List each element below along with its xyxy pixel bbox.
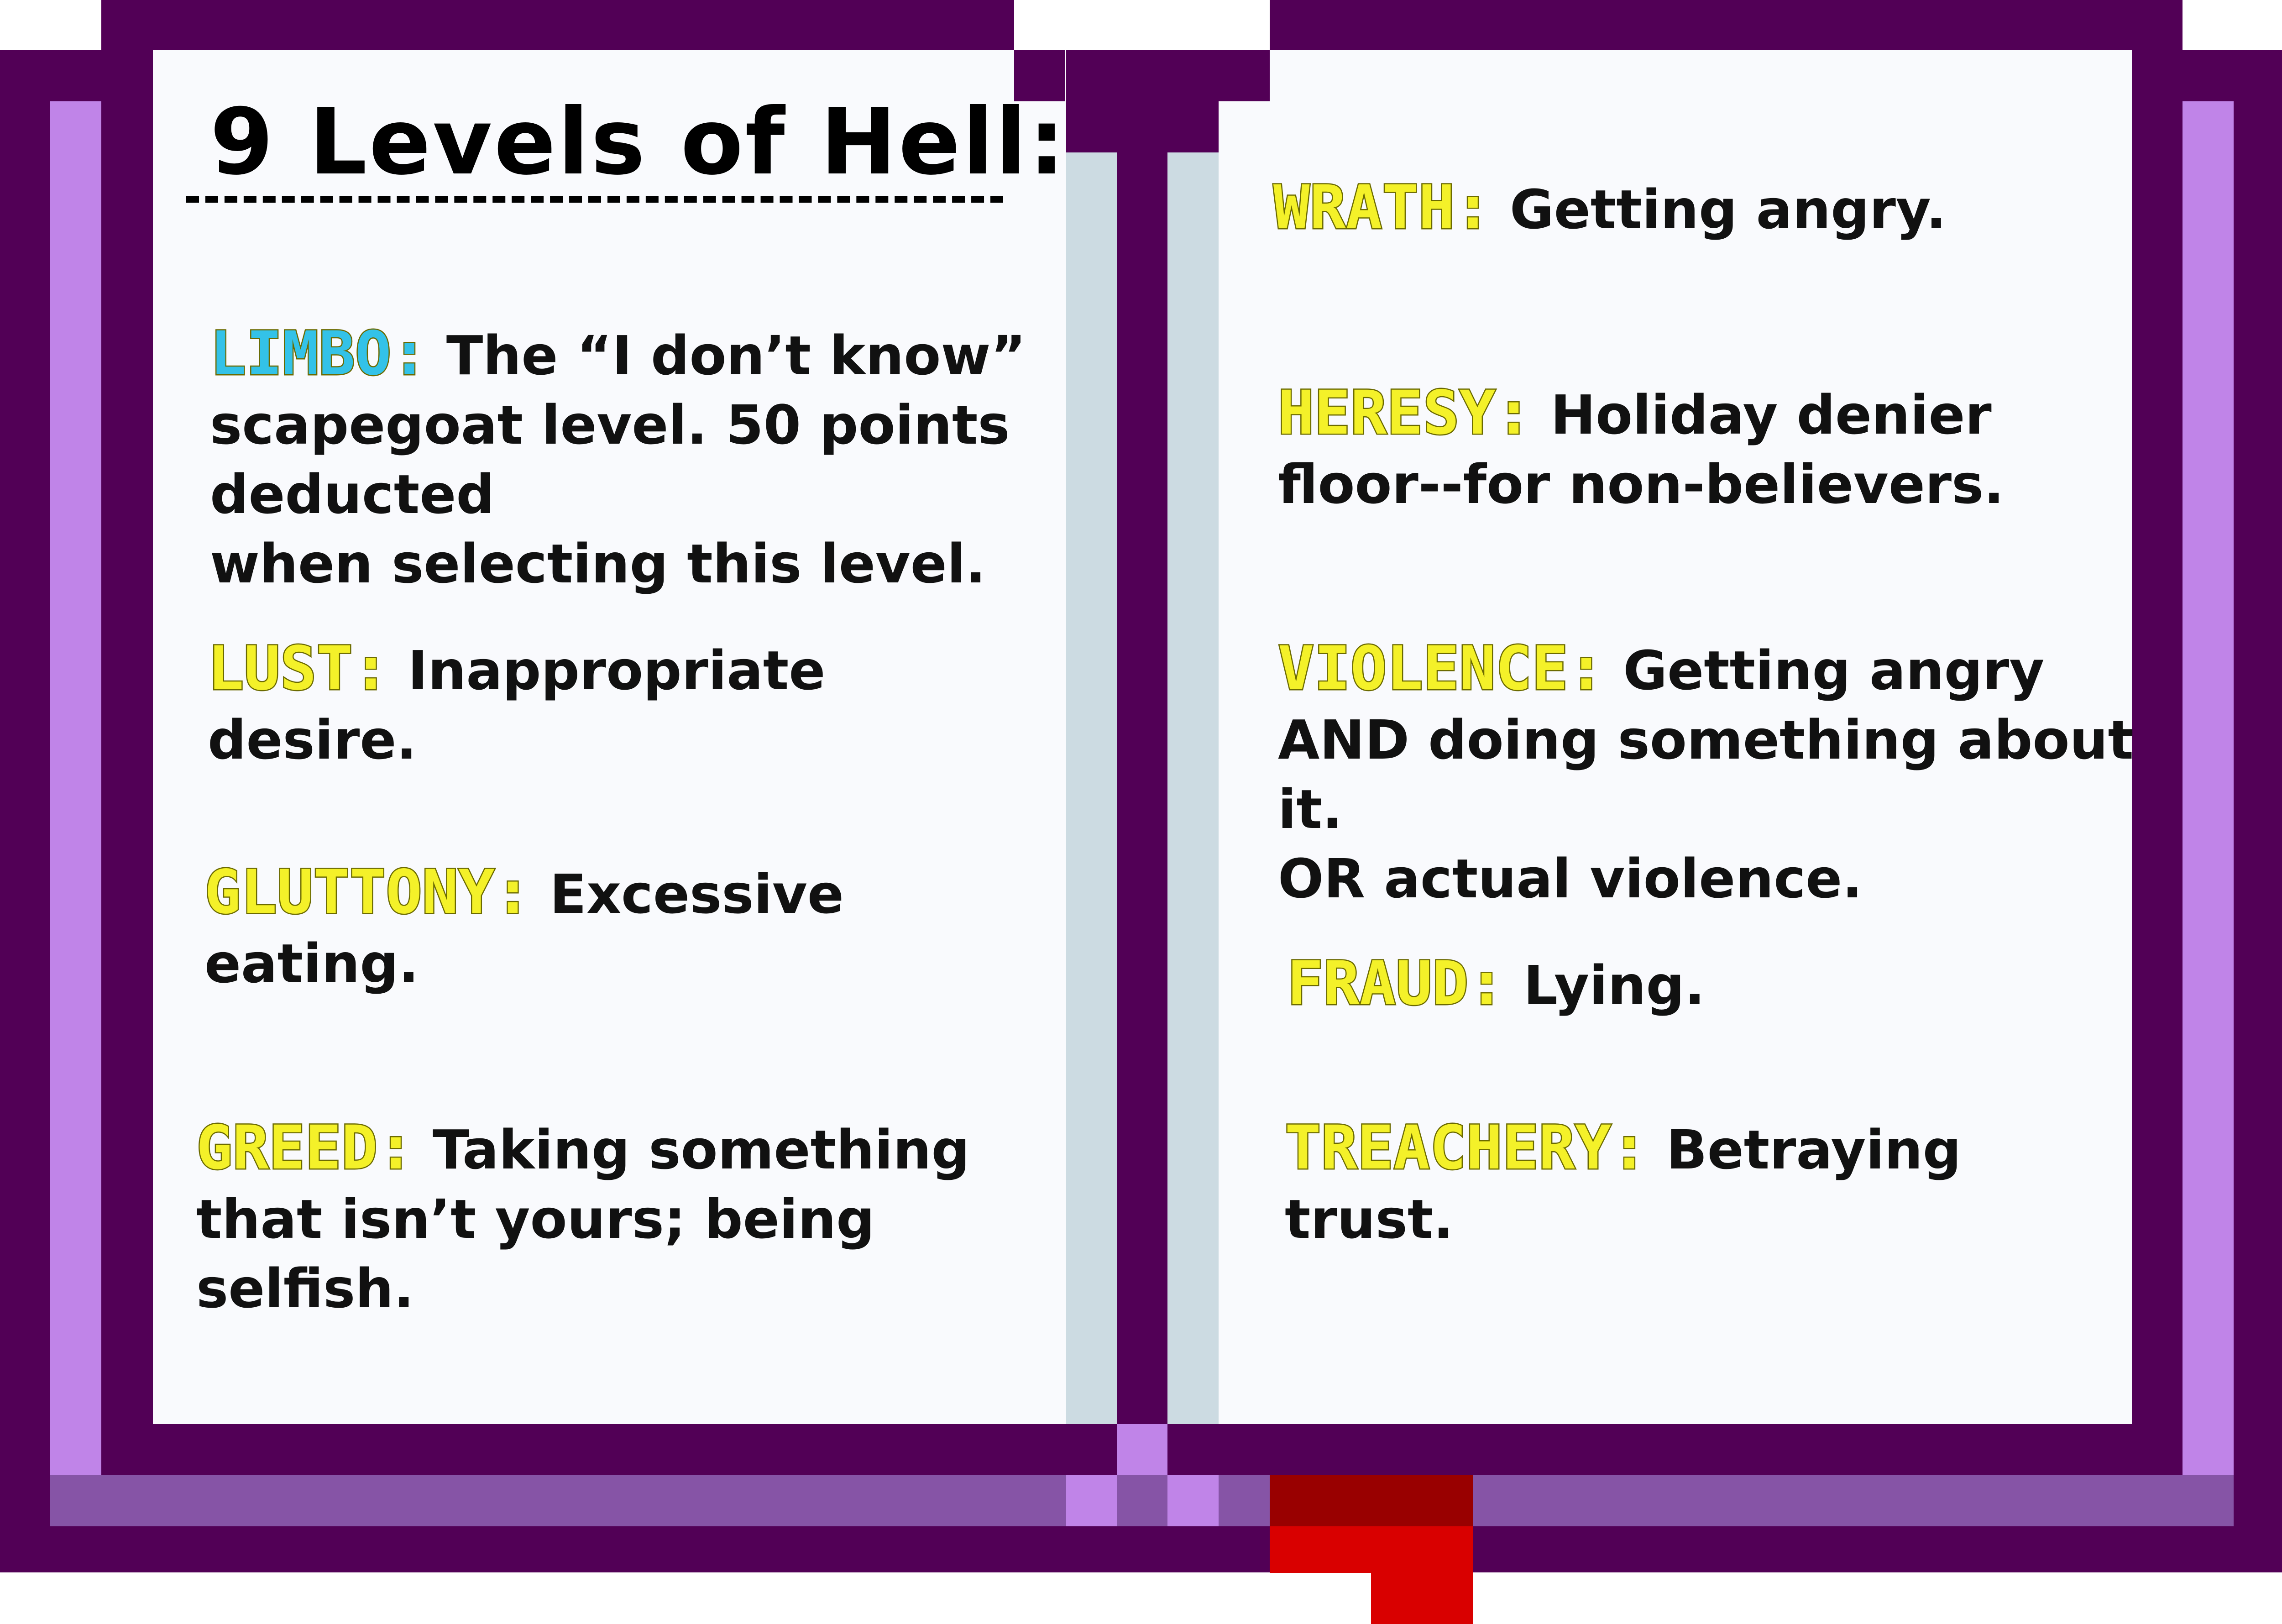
cover-top-left — [101, 0, 1014, 55]
hell-level-description-line: when selecting this level. — [210, 532, 986, 595]
hell-level-description-line: OR actual violence. — [1278, 847, 1863, 910]
cover-edge-right — [2183, 101, 2234, 1475]
spine-center — [1117, 101, 1167, 1424]
cover-bottom-band — [50, 1475, 2234, 1526]
cover-top-right — [1270, 0, 2183, 55]
hell-level-entry: VIOLENCE: Getting angry AND doing somethi… — [1277, 634, 2136, 914]
hell-level-description-line: floor--for non-believers. — [1278, 453, 2005, 516]
bookmark-ribbon — [1270, 1526, 1473, 1573]
hell-level-entry: GLUTTONY: Excessive eating. — [203, 857, 1035, 999]
hell-level-term: TREACHERY: — [1284, 1113, 1649, 1184]
hell-level-description-line: Taking something — [413, 1118, 970, 1181]
hell-level-description-line: Holiday denier — [1532, 383, 1992, 446]
hell-level-term: LUST: — [206, 634, 390, 704]
hell-level-entry: LIMBO: The “I don’t know” scapegoat level… — [209, 319, 1041, 599]
hell-level-description-line: eating. — [204, 932, 419, 995]
hell-level-term: HERESY: — [1277, 378, 1533, 449]
hell-level-entry: WRATH: Getting angry. — [1272, 173, 2131, 245]
hell-level-entry: TREACHERY: Betraying trust. — [1284, 1113, 2143, 1254]
hell-level-description-line: Lying. — [1504, 954, 1705, 1017]
hell-level-entry: FRAUD: Lying. — [1286, 948, 2145, 1021]
top-notch-white — [1014, 0, 1270, 50]
hell-level-description-line: Excessive — [531, 863, 844, 926]
hell-level-entry: GREED: Taking something that isn’t yours;… — [195, 1113, 1027, 1324]
hell-level-term: GLUTTONY: — [203, 857, 532, 928]
spine-bottom-highlight-left — [1066, 1475, 1117, 1526]
page-title: 9 Levels of Hell: — [210, 89, 1067, 195]
notch-step-right — [1219, 50, 1270, 101]
hell-level-description-line: Betraying — [1647, 1118, 1962, 1181]
hell-level-term: WRATH: — [1272, 173, 1492, 243]
title-divider — [186, 196, 1003, 203]
bookmark-ribbon-tail — [1371, 1573, 1473, 1624]
hell-level-term: FRAUD: — [1286, 948, 1506, 1019]
hell-level-term: GREED: — [195, 1113, 415, 1184]
hell-level-description-line: trust. — [1285, 1188, 1454, 1251]
hell-level-description-line: scapegoat level. 50 points deducted — [210, 393, 1010, 526]
hell-level-description-line: that isn’t yours; being selfish. — [196, 1188, 875, 1320]
hell-level-description-line: AND doing something about it. — [1278, 708, 2134, 841]
hell-level-term: LIMBO: — [209, 319, 429, 389]
cover-edge-left — [50, 101, 101, 1475]
spine-page-left — [1066, 152, 1117, 1424]
hell-level-term: VIOLENCE: — [1277, 634, 1605, 704]
hell-level-entry: HERESY: Holiday denier floor--for non-bel… — [1277, 378, 2136, 519]
hell-level-description-line: Getting angry. — [1491, 178, 1947, 241]
spine-bottom-highlight-right — [1167, 1475, 1219, 1526]
spine-bottom-highlight-top — [1117, 1424, 1167, 1475]
hell-level-entry: LUST: Inappropriate desire. — [206, 634, 1038, 775]
bookmark-ribbon-top — [1270, 1475, 1473, 1526]
hell-level-description-line: The “I don’t know” — [427, 324, 1026, 387]
hell-level-description-line: Getting angry — [1604, 639, 2045, 702]
spine-page-right — [1167, 152, 1219, 1424]
